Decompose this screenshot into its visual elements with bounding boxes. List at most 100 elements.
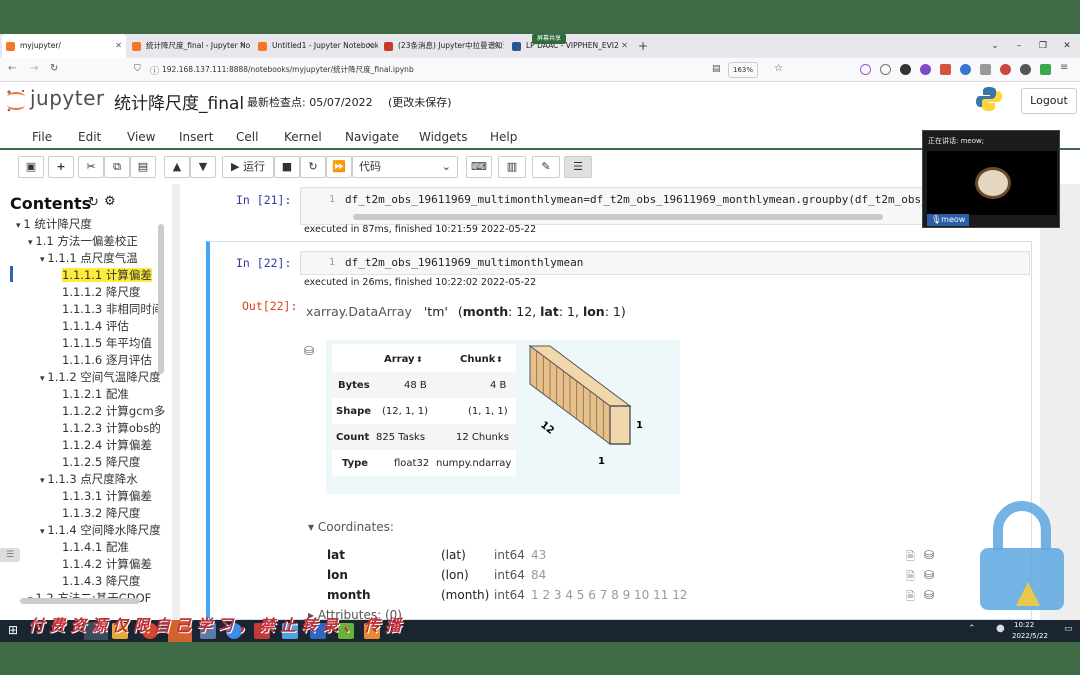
extension-icon[interactable] bbox=[1000, 64, 1011, 75]
chart-icon[interactable]: ▥ bbox=[498, 156, 526, 178]
run-button[interactable]: ▶ 运行 bbox=[222, 156, 274, 178]
zoom-level[interactable]: 163% bbox=[728, 62, 759, 78]
copy-icon[interactable]: ⧉ bbox=[104, 156, 130, 178]
reader-view-icon[interactable]: ▤ bbox=[712, 64, 721, 74]
pocket-icon[interactable] bbox=[860, 64, 871, 75]
url-text[interactable]: 192.168.137.111:8888/notebooks/myjupyter… bbox=[162, 58, 414, 82]
close-tab-icon[interactable]: ✕ bbox=[493, 34, 500, 58]
browser-tab[interactable]: LP DAAC - VIPPHEN_EVI2 ✕ bbox=[508, 34, 632, 58]
attrs-file-icon[interactable]: 🗎 bbox=[906, 588, 915, 607]
clock-date[interactable]: 2022/5/22 bbox=[1012, 631, 1048, 641]
menu-cell[interactable]: Cell bbox=[236, 126, 258, 148]
notebook-title[interactable]: 统计降尺度_final bbox=[114, 89, 244, 114]
logout-button[interactable]: Logout bbox=[1021, 88, 1077, 114]
tray-app-icon[interactable]: ● bbox=[996, 623, 1005, 634]
toc-item[interactable]: 1.1.1.1 计算偏差 bbox=[50, 267, 152, 284]
toc-item[interactable]: 1.1.2.1 配准 bbox=[50, 386, 129, 403]
toc-item[interactable]: 1.1.1.2 降尺度 bbox=[50, 284, 140, 301]
toc-item[interactable]: ▾ 1.1 方法一偏差校正 bbox=[28, 233, 138, 250]
menu-insert[interactable]: Insert bbox=[179, 126, 213, 148]
browser-tab[interactable]: Untitled1 - Jupyter Notebook ✕ bbox=[254, 34, 378, 58]
list-toggle-icon[interactable]: ☰ bbox=[0, 548, 20, 562]
menu-navigate[interactable]: Navigate bbox=[345, 126, 399, 148]
data-repr-icon[interactable]: ⛁ bbox=[924, 568, 934, 582]
interrupt-icon[interactable]: ■ bbox=[274, 156, 300, 178]
attrs-file-icon[interactable]: 🗎 bbox=[906, 568, 915, 587]
toc-item[interactable]: 1.1.1.5 年平均值 bbox=[50, 335, 152, 352]
cut-icon[interactable]: ✂ bbox=[78, 156, 104, 178]
move-down-icon[interactable]: ▼ bbox=[190, 156, 216, 178]
toc-item[interactable]: 1.1.2.2 计算gcm多 bbox=[50, 403, 165, 420]
code-hscrollbar[interactable] bbox=[353, 214, 883, 220]
extension-icon[interactable] bbox=[1020, 64, 1031, 75]
cell-type-select[interactable]: 代码 ⌄ bbox=[352, 156, 458, 178]
restart-run-all-icon[interactable]: ⏩ bbox=[326, 156, 352, 178]
close-tab-icon[interactable]: ✕ bbox=[621, 34, 628, 58]
toc-item[interactable]: 1.1.4.3 降尺度 bbox=[50, 573, 140, 590]
data-repr-icon[interactable]: ⛁ bbox=[924, 548, 934, 562]
move-up-icon[interactable]: ▲ bbox=[164, 156, 190, 178]
menu-icon[interactable]: ≡ bbox=[1060, 62, 1068, 73]
browser-tab[interactable]: (23条消息) Jupyter中拉曼谱知识 ✕ bbox=[380, 34, 504, 58]
video-overlay[interactable]: 正在讲话: meow; 🎙meow bbox=[922, 130, 1060, 228]
save-icon[interactable]: ▣ bbox=[18, 156, 44, 178]
browser-tab[interactable]: 统计降尺度_final - Jupyter Not ✕ bbox=[128, 34, 250, 58]
refresh-icon[interactable]: ↻ bbox=[88, 195, 99, 210]
toc-item[interactable]: 1.1.1.6 逐月评估 bbox=[50, 352, 152, 369]
close-tab-icon[interactable]: ✕ bbox=[115, 34, 122, 58]
page-info-icon[interactable]: ⓘ bbox=[150, 64, 159, 77]
toc-item[interactable]: 1.1.2.5 降尺度 bbox=[50, 454, 140, 471]
toc-item[interactable]: 1.1.1.4 评估 bbox=[50, 318, 129, 335]
coordinates-toggle[interactable]: ▾ Coordinates: bbox=[308, 520, 394, 534]
menu-widgets[interactable]: Widgets bbox=[419, 126, 468, 148]
toc-item[interactable]: 1.1.4.2 计算偏差 bbox=[50, 556, 152, 573]
back-icon[interactable]: ← bbox=[8, 63, 16, 74]
minimize-icon[interactable]: – bbox=[1006, 34, 1032, 58]
menu-edit[interactable]: Edit bbox=[78, 126, 101, 148]
toc-item[interactable]: ▾ 1 统计降尺度 bbox=[16, 216, 92, 233]
wrench-icon[interactable]: ✎ bbox=[532, 156, 560, 178]
toc-toggle-icon[interactable]: ☰ bbox=[564, 156, 592, 178]
toc-item[interactable]: 1.1.3.2 降尺度 bbox=[50, 505, 140, 522]
gear-icon[interactable]: ⚙ bbox=[104, 194, 116, 209]
new-tab-icon[interactable]: + bbox=[638, 34, 648, 58]
toc-hscrollbar[interactable] bbox=[20, 598, 140, 604]
close-tab-icon[interactable]: ✕ bbox=[239, 34, 246, 58]
extension-icon[interactable] bbox=[980, 64, 991, 75]
extension-icon[interactable] bbox=[960, 64, 971, 75]
extension-icon[interactable] bbox=[920, 64, 931, 75]
clock-time[interactable]: 10:22 bbox=[1014, 620, 1034, 630]
menu-view[interactable]: View bbox=[127, 126, 155, 148]
toc-item[interactable]: 1.1.3.1 计算偏差 bbox=[50, 488, 152, 505]
paste-icon[interactable]: ▤ bbox=[130, 156, 156, 178]
toc-item[interactable]: 1.1.1.3 非相同时间 bbox=[50, 301, 163, 318]
tab-list-icon[interactable]: ⌄ bbox=[982, 34, 1008, 58]
close-window-icon[interactable]: ✕ bbox=[1054, 34, 1080, 58]
attrs-file-icon[interactable]: 🗎 bbox=[906, 548, 915, 567]
windows-start-icon[interactable]: ⊞ bbox=[8, 623, 18, 637]
toc-item[interactable]: 1.1.2.4 计算偏差 bbox=[50, 437, 152, 454]
keyboard-icon[interactable]: ⌨ bbox=[466, 156, 492, 178]
reload-icon[interactable]: ↻ bbox=[50, 63, 58, 74]
toc-item[interactable]: 1.1.2.3 计算obs的 bbox=[50, 420, 161, 437]
forward-icon[interactable]: → bbox=[30, 63, 38, 74]
toc-item[interactable]: ▾ 1.1.3 点尺度降水 bbox=[40, 471, 138, 488]
toc-item[interactable]: 1.1.4.1 配准 bbox=[50, 539, 129, 556]
browser-tab[interactable]: myjupyter/ ✕ bbox=[2, 34, 126, 58]
toc-item[interactable]: ▾ 1.1.2 空间气温降尺度 bbox=[40, 369, 161, 386]
extension-icon[interactable] bbox=[900, 64, 911, 75]
close-tab-icon[interactable]: ✕ bbox=[367, 34, 374, 58]
code-editor[interactable]: 1 df_t2m_obs_19611969_multimonthlymean bbox=[300, 251, 1030, 275]
toc-scrollbar[interactable] bbox=[158, 224, 164, 374]
menu-help[interactable]: Help bbox=[490, 126, 517, 148]
bookmark-star-icon[interactable]: ☆ bbox=[774, 63, 783, 74]
shield-icon[interactable]: ⛉ bbox=[134, 64, 141, 74]
data-repr-icon[interactable]: ⛁ bbox=[924, 588, 934, 602]
menu-file[interactable]: File bbox=[32, 126, 52, 148]
toc-item[interactable]: ▾ 1.1.4 空间降水降尺度 bbox=[40, 522, 161, 539]
insert-cell-icon[interactable]: + bbox=[48, 156, 74, 178]
extension-icon[interactable] bbox=[940, 64, 951, 75]
downloads-icon[interactable] bbox=[880, 64, 891, 75]
extension-icon[interactable] bbox=[1040, 64, 1051, 75]
database-icon[interactable]: ⛁ bbox=[304, 344, 314, 358]
